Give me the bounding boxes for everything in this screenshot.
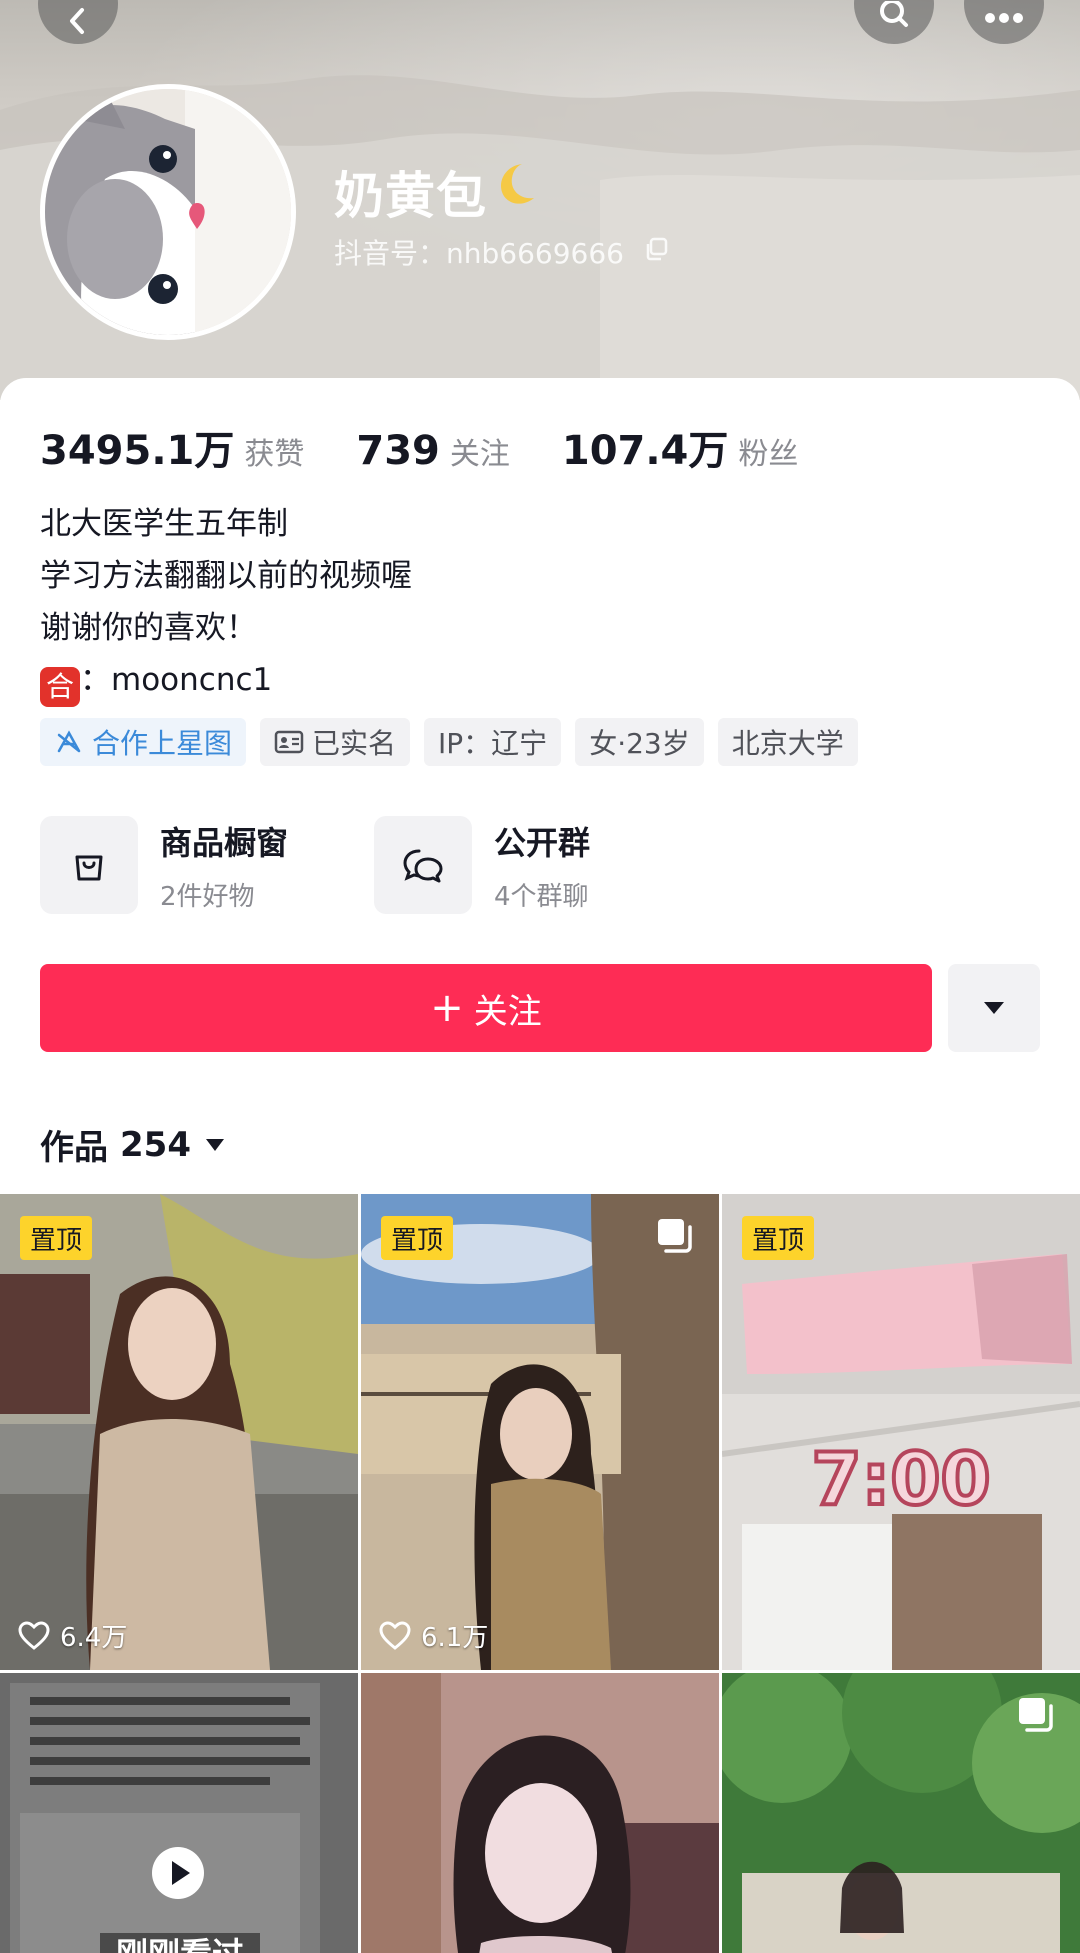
group-icon-box: [374, 816, 472, 914]
tag-label: IP：辽宁: [438, 727, 548, 760]
multi-image-icon: [658, 1219, 692, 1253]
stat-following-value: 739: [356, 428, 440, 474]
stats-row: 3495.1万 获赞 739 关注 107.4万 粉丝: [40, 418, 850, 476]
tag-label: 北京大学: [731, 727, 844, 760]
crescent-moon-icon: [500, 164, 534, 204]
video-thumbnail[interactable]: 刚刚看过: [0, 1673, 358, 1953]
tag-row: 合作上星图 已实名 IP：辽宁 女·23岁 北京大学: [40, 718, 872, 766]
pinned-badge: 置顶: [20, 1216, 93, 1260]
video-cover-image: [0, 1194, 358, 1670]
tag-verified[interactable]: 已实名: [260, 718, 411, 766]
stat-followers-value: 107.4万: [561, 428, 729, 474]
stat-followers[interactable]: 107.4万 粉丝: [562, 418, 799, 476]
stat-likes-value: 3495.1万: [40, 428, 235, 474]
stat-following[interactable]: 739 关注: [356, 428, 510, 474]
heart-icon: [18, 1620, 50, 1650]
video-cover-image: [361, 1673, 719, 1953]
shop-icon-box: [40, 816, 138, 914]
plus-icon: +: [430, 985, 464, 1031]
caret-down-icon: [984, 1002, 1004, 1014]
video-thumbnail[interactable]: 置顶 6.1万: [361, 1194, 719, 1670]
star-map-icon: [57, 730, 81, 753]
cooperation-badge: 合: [40, 667, 80, 707]
multi-image-icon: [1019, 1698, 1053, 1732]
recently-watched-label: 刚刚看过: [116, 1935, 244, 1953]
bio-line: 谢谢你的喜欢！: [40, 610, 257, 646]
shop-window-entry[interactable]: 商品橱窗 2件好物: [40, 816, 288, 914]
video-thumbnail[interactable]: [361, 1673, 719, 1953]
tag-label: 已实名: [312, 727, 397, 760]
video-thumbnail[interactable]: [722, 1673, 1080, 1953]
follow-dropdown-button[interactable]: [948, 964, 1040, 1052]
works-label: 作品: [40, 1128, 108, 1168]
tag-label: 合作上星图: [92, 727, 233, 760]
stat-likes[interactable]: 3495.1万 获赞: [40, 418, 304, 476]
group-subtitle: 4个群聊: [494, 881, 589, 912]
stat-likes-label: 获赞: [244, 437, 305, 472]
tag-star-map[interactable]: 合作上星图: [40, 718, 247, 766]
shop-subtitle: 2件好物: [160, 881, 255, 912]
overlay-time-text: 7:00: [811, 1437, 990, 1521]
stat-following-label: 关注: [449, 437, 510, 472]
bio-line: 北大医学生五年制: [40, 506, 288, 542]
shopping-bag-icon: [75, 855, 103, 881]
bio-contact: ：mooncnc1: [80, 662, 273, 698]
video-thumbnail[interactable]: 7:00 置顶: [722, 1194, 1080, 1670]
public-group-entry[interactable]: 公开群 4个群聊: [374, 816, 590, 914]
profile-banner: 奶黄包 抖音号：nhb6669666: [0, 0, 1080, 400]
like-count-value: 6.1万: [421, 1623, 489, 1653]
like-count: 6.4万: [18, 1617, 127, 1654]
caret-down-icon: [205, 1138, 224, 1151]
nickname: 奶黄包: [334, 167, 487, 225]
tag-school[interactable]: 北京大学: [717, 718, 858, 766]
like-count-value: 6.4万: [60, 1623, 128, 1653]
avatar[interactable]: [40, 84, 296, 340]
douyin-id: 抖音号：nhb6669666: [334, 237, 624, 270]
stat-followers-label: 粉丝: [738, 437, 799, 472]
heart-icon: [379, 1620, 411, 1650]
more-dots-icon: [985, 13, 1023, 23]
tag-gender-age[interactable]: 女·23岁: [575, 718, 704, 766]
tag-label: 女·23岁: [589, 727, 690, 760]
video-thumbnail[interactable]: 置顶 6.4万: [0, 1194, 358, 1670]
video-cover-image: [361, 1194, 719, 1670]
bio-contact-line: 合：mooncnc1: [40, 654, 412, 707]
profile-sheet: 3495.1万 获赞 739 关注 107.4万 粉丝 北大医学生五年制 学习方…: [0, 378, 1080, 1953]
pinned-badge: 置顶: [742, 1216, 815, 1260]
bio-line: 学习方法翻翻以前的视频喔: [40, 558, 412, 594]
shop-title: 商品橱窗: [160, 823, 289, 862]
video-cover-image: 刚刚看过: [0, 1673, 358, 1953]
pinned-badge: 置顶: [381, 1216, 454, 1260]
search-icon: [880, 1, 908, 27]
id-card-icon: [274, 730, 304, 754]
chat-group-icon: [403, 849, 443, 883]
bio: 北大医学生五年制 学习方法翻翻以前的视频喔 谢谢你的喜欢！ 合：mooncnc1: [40, 498, 412, 707]
cat-avatar-image: [45, 89, 291, 335]
copy-icon[interactable]: [644, 236, 670, 262]
tag-ip[interactable]: IP：辽宁: [424, 718, 562, 766]
tab-works[interactable]: 作品 254: [40, 1120, 225, 1169]
group-title: 公开群: [494, 823, 591, 862]
like-count: 6.1万: [379, 1617, 488, 1654]
follow-button[interactable]: + 关注: [40, 964, 932, 1052]
chevron-left-icon: [70, 8, 84, 34]
follow-label: 关注: [473, 991, 542, 1032]
video-cover-image: 7:00: [722, 1194, 1080, 1670]
works-count: 254: [120, 1124, 191, 1165]
